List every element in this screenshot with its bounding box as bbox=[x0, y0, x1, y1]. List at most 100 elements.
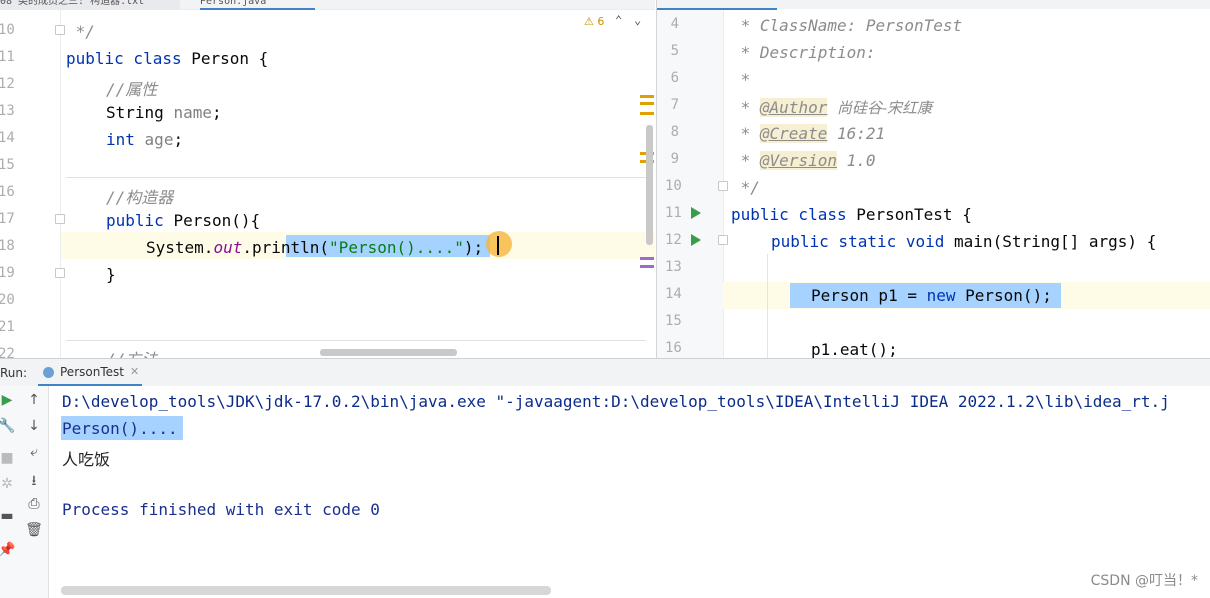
run-toolbar: ▶ ↑ 🔧 ↓ ■ ⤶ ✲ ⭳ ▬ ⎙ 🗑 📌 bbox=[0, 386, 49, 598]
arrow-up-icon[interactable]: ↑ bbox=[24, 392, 44, 408]
pin-icon[interactable]: 📌 bbox=[0, 542, 17, 558]
line-number: 11 bbox=[0, 49, 15, 65]
cursor-highlight bbox=[486, 231, 512, 257]
code-line[interactable]: * Description: bbox=[731, 43, 876, 62]
line-number: 16 bbox=[665, 340, 682, 356]
chevron-down-icon[interactable]: ⌄ bbox=[634, 13, 641, 27]
close-icon[interactable]: ✕ bbox=[130, 365, 139, 378]
horizontal-scrollbar[interactable] bbox=[320, 349, 457, 356]
code-line[interactable]: int age; bbox=[106, 130, 183, 149]
line-number: 13 bbox=[665, 259, 682, 275]
run-main-icon[interactable] bbox=[691, 234, 701, 246]
line-number: 13 bbox=[0, 103, 15, 119]
error-stripe-marker[interactable] bbox=[640, 102, 654, 105]
run-label: Run: bbox=[0, 366, 28, 380]
code-line[interactable]: * bbox=[731, 70, 751, 89]
arrow-down-icon[interactable]: ↓ bbox=[24, 418, 44, 434]
code-line[interactable]: * @Author 尚硅谷-宋红康 bbox=[731, 97, 932, 118]
console-line[interactable]: Process finished with exit code 0 bbox=[62, 500, 380, 519]
text-cursor bbox=[497, 236, 499, 255]
code-line[interactable]: public static void main(String[] args) { bbox=[771, 232, 1156, 251]
line-number: 20 bbox=[0, 292, 15, 308]
tab-persontest-java[interactable] bbox=[657, 0, 777, 10]
code-line[interactable]: p1.eat(); bbox=[811, 340, 898, 358]
error-stripe-marker[interactable] bbox=[640, 95, 654, 98]
line-number: 16 bbox=[0, 184, 15, 200]
code-line[interactable]: public Person(){ bbox=[106, 211, 260, 230]
line-number: 5 bbox=[670, 43, 679, 59]
error-stripe-marker[interactable] bbox=[640, 257, 654, 260]
fold-marker-icon[interactable] bbox=[55, 25, 65, 35]
horizontal-scrollbar[interactable] bbox=[61, 586, 551, 595]
run-tab-label: PersonTest bbox=[60, 365, 124, 379]
line-number: 10 bbox=[665, 178, 682, 194]
layout-icon[interactable]: ▬ bbox=[0, 508, 17, 524]
debug-icon[interactable]: ✲ bbox=[0, 476, 17, 492]
method-separator bbox=[66, 340, 646, 341]
code-line[interactable]: } bbox=[106, 265, 116, 284]
chevron-up-icon[interactable]: ⌃ bbox=[615, 13, 622, 27]
code-line[interactable]: Person p1 = new Person(); bbox=[811, 286, 1052, 305]
console-output[interactable]: D:\develop_tools\JDK\jdk-17.0.2\bin\java… bbox=[49, 386, 1210, 598]
code-line[interactable]: //属性 bbox=[106, 76, 157, 100]
warning-count-badge[interactable]: ⚠ 6 bbox=[584, 15, 604, 28]
keyword-public: public class bbox=[66, 49, 192, 68]
line-number: 10 bbox=[0, 22, 15, 38]
line-number: 8 bbox=[670, 124, 679, 140]
editor-tab-bar-right bbox=[657, 0, 1210, 10]
tab-person-java[interactable]: Person.java bbox=[200, 0, 315, 10]
line-number: 11 bbox=[665, 205, 682, 221]
error-stripe-marker[interactable] bbox=[640, 265, 654, 268]
line-number: 12 bbox=[665, 232, 682, 248]
code-line[interactable]: //构造器 bbox=[106, 184, 173, 208]
trash-icon[interactable]: 🗑 bbox=[24, 522, 44, 538]
run-tab-persontest[interactable]: PersonTest ✕ bbox=[38, 359, 142, 386]
line-number: 7 bbox=[670, 97, 679, 113]
line-number: 19 bbox=[0, 265, 15, 281]
wrench-icon[interactable]: 🔧 bbox=[0, 418, 17, 434]
fold-marker-icon[interactable] bbox=[718, 181, 728, 191]
csdn-watermark: CSDN @叮当！* bbox=[1090, 573, 1198, 589]
line-number: 4 bbox=[670, 16, 679, 32]
line-number: 14 bbox=[665, 286, 682, 302]
editor-persontest-java[interactable]: 4 5 6 7 8 9 10 11 12 13 14 15 16 * Class… bbox=[656, 0, 1210, 358]
code-line[interactable]: public class Person { bbox=[66, 49, 268, 68]
code-line[interactable]: String name; bbox=[106, 103, 222, 122]
line-number: 12 bbox=[0, 76, 15, 92]
console-line[interactable]: D:\develop_tools\JDK\jdk-17.0.2\bin\java… bbox=[62, 392, 1170, 411]
method-separator bbox=[66, 177, 646, 178]
code-line[interactable]: */ bbox=[66, 22, 95, 41]
code-line[interactable]: * ClassName: PersonTest bbox=[731, 16, 963, 35]
stop-icon[interactable]: ■ bbox=[0, 450, 17, 466]
error-stripe-marker[interactable] bbox=[640, 112, 654, 115]
run-class-icon[interactable] bbox=[691, 207, 701, 219]
run-tool-window-header: Run: PersonTest ✕ bbox=[0, 358, 1210, 387]
soft-wrap-icon[interactable]: ⤶ bbox=[24, 444, 44, 460]
fold-marker-icon[interactable] bbox=[55, 268, 65, 278]
tab-constructor-txt[interactable]: 08 类的成员之三: 构造器.txt bbox=[0, 0, 180, 9]
code-line[interactable]: * @Create 16:21 bbox=[731, 124, 885, 143]
print-icon[interactable]: ⎙ bbox=[24, 496, 44, 512]
vertical-scrollbar[interactable] bbox=[646, 125, 653, 245]
editor-person-java[interactable]: 08 类的成员之三: 构造器.txt Person.java 10 11 12 … bbox=[0, 0, 655, 358]
code-line[interactable]: */ bbox=[731, 178, 760, 197]
rerun-icon[interactable]: ▶ bbox=[0, 392, 17, 408]
console-line[interactable]: Person().... bbox=[62, 419, 178, 438]
line-number: 15 bbox=[0, 157, 15, 173]
fold-marker-icon[interactable] bbox=[718, 235, 728, 245]
code-line[interactable]: //方法 bbox=[106, 346, 157, 358]
code-line[interactable]: System.out.println("Person()...."); bbox=[146, 238, 483, 257]
scroll-to-end-icon[interactable]: ⭳ bbox=[24, 470, 44, 494]
editor-tab-bar-left: 08 类的成员之三: 构造器.txt Person.java bbox=[0, 0, 655, 10]
indent-guide bbox=[767, 254, 768, 358]
code-line[interactable]: * @Version 1.0 bbox=[731, 151, 876, 170]
line-number: 15 bbox=[665, 313, 682, 329]
line-number: 9 bbox=[670, 151, 679, 167]
console-line[interactable]: 人吃饭 bbox=[62, 446, 110, 470]
line-number: 18 bbox=[0, 238, 15, 254]
class-name: Person { bbox=[191, 49, 269, 68]
line-number: 22 bbox=[0, 346, 15, 358]
fold-marker-icon[interactable] bbox=[55, 214, 65, 224]
line-number: 14 bbox=[0, 130, 15, 146]
code-line[interactable]: public class PersonTest { bbox=[731, 205, 972, 224]
